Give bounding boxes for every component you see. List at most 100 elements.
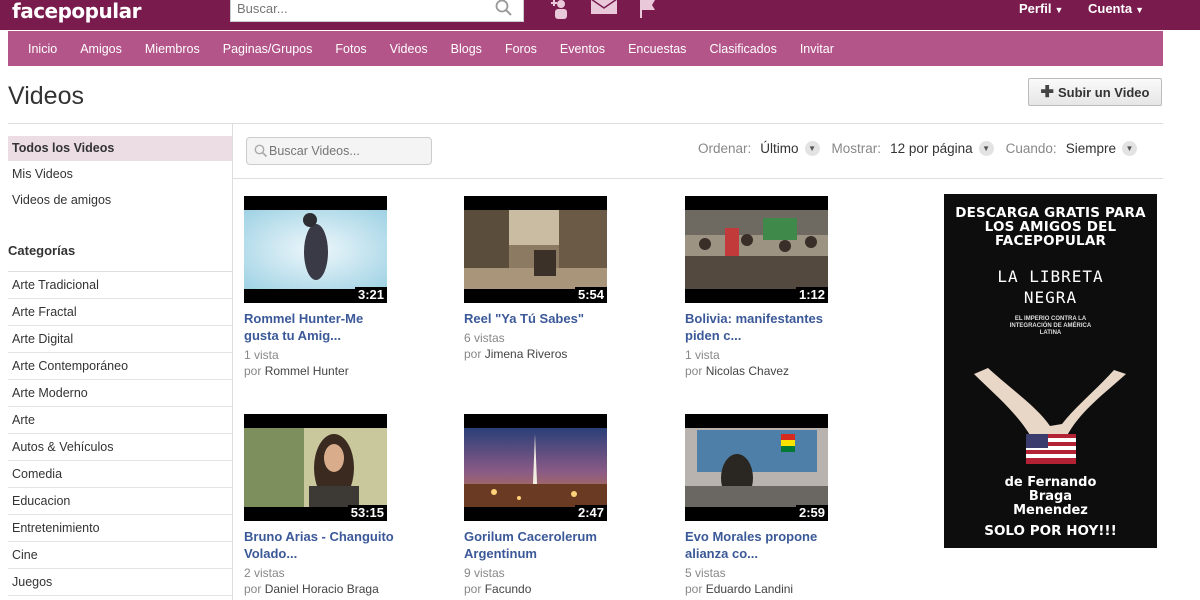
- profile-menu-label: Perfil: [1019, 1, 1052, 16]
- category-item[interactable]: Autos & Vehículos: [8, 434, 232, 461]
- video-search[interactable]: [246, 137, 432, 165]
- video-author[interactable]: Jimena Riveros: [485, 347, 568, 361]
- nav-item-inicio[interactable]: Inicio: [28, 42, 57, 56]
- video-author-line: por Jimena Riveros: [464, 346, 624, 363]
- video-card: 1:12 Bolivia: manifestantes piden c... 1…: [685, 196, 845, 380]
- video-thumbnail[interactable]: 1:12: [685, 196, 828, 303]
- video-card: 2:59 Evo Morales propone alianza co... 5…: [685, 414, 845, 598]
- nav-item-miembros[interactable]: Miembros: [145, 42, 200, 56]
- nav-item-invitar[interactable]: Invitar: [800, 42, 834, 56]
- video-author[interactable]: Nicolas Chavez: [706, 364, 789, 378]
- video-views: 6 vistas: [464, 331, 505, 345]
- category-item[interactable]: Arte: [8, 407, 232, 434]
- hands-illustration: [974, 368, 1126, 464]
- category-item[interactable]: Cine: [8, 542, 232, 569]
- nav-item-clasificados[interactable]: Clasificados: [709, 42, 776, 56]
- account-menu[interactable]: Cuenta ▼: [1088, 1, 1144, 16]
- ad-author: de Fernando Braga Menendez: [1004, 475, 1097, 518]
- category-item[interactable]: Entretenimiento: [8, 515, 232, 542]
- order-label: Ordenar:: [698, 141, 752, 156]
- video-title[interactable]: Bruno Arias - Changuito Volado...: [244, 528, 394, 562]
- main-nav: Inicio Amigos Miembros Paginas/Grupos Fo…: [8, 31, 1163, 66]
- category-item[interactable]: Arte Digital: [8, 326, 232, 353]
- video-author-line: por Daniel Horacio Braga: [244, 581, 404, 598]
- video-title[interactable]: Gorilum Cacerolerum Argentinum: [464, 528, 614, 562]
- header-divider: [8, 123, 1163, 124]
- nav-item-eventos[interactable]: Eventos: [560, 42, 605, 56]
- video-title[interactable]: Reel "Ya Tú Sabes": [464, 310, 614, 327]
- sidebar: Todos los Videos Mis Videos Videos de am…: [8, 136, 232, 596]
- video-duration: 2:47: [574, 505, 607, 521]
- when-select[interactable]: Siempre: [1066, 141, 1116, 156]
- chevron-down-icon: ▼: [1135, 5, 1144, 15]
- search-icon[interactable]: [495, 0, 513, 17]
- video-title[interactable]: Evo Morales propone alianza co...: [685, 528, 835, 562]
- ad-book-title: LA LIBRETA NEGRA: [997, 267, 1104, 307]
- sidebar-item-all-videos[interactable]: Todos los Videos: [8, 136, 232, 161]
- nav-item-foros[interactable]: Foros: [505, 42, 537, 56]
- global-search-input[interactable]: [231, 0, 481, 19]
- nav-item-amigos[interactable]: Amigos: [80, 42, 122, 56]
- nav-item-videos[interactable]: Videos: [390, 42, 428, 56]
- video-author-line: por Facundo: [464, 581, 624, 598]
- video-thumbnail[interactable]: 2:59: [685, 414, 828, 521]
- show-label: Mostrar:: [831, 141, 882, 156]
- mail-icon[interactable]: [591, 0, 617, 17]
- order-select[interactable]: Último: [760, 141, 798, 156]
- categories-heading: Categorías: [8, 242, 232, 272]
- upload-video-button[interactable]: ✚ Subir un Video: [1028, 78, 1162, 106]
- video-search-input[interactable]: [269, 141, 419, 161]
- sidebar-item-my-videos[interactable]: Mis Videos: [8, 161, 232, 187]
- upload-video-label: Subir un Video: [1057, 84, 1150, 100]
- filter-bar: Ordenar: Último ▼ Mostrar: 12 por página…: [698, 141, 1149, 156]
- site-logo[interactable]: facepopular: [12, 0, 141, 23]
- add-friend-icon[interactable]: [551, 0, 571, 19]
- video-author[interactable]: Eduardo Landini: [706, 582, 793, 596]
- video-thumbnail-image: [244, 428, 387, 507]
- video-author[interactable]: Daniel Horacio Braga: [265, 582, 379, 596]
- show-select[interactable]: 12 por página: [890, 141, 973, 156]
- flag-icon[interactable]: [638, 0, 658, 19]
- video-card: 2:47 Gorilum Cacerolerum Argentinum 9 vi…: [464, 414, 624, 598]
- video-author-line: por Nicolas Chavez: [685, 363, 845, 380]
- global-search[interactable]: [230, 0, 524, 22]
- ad-banner[interactable]: DESCARGA GRATIS PARA LOS AMIGOS DEL FACE…: [944, 194, 1157, 548]
- video-thumbnail[interactable]: 5:54: [464, 196, 607, 303]
- video-views: 5 vistas: [685, 566, 726, 580]
- chevron-down-icon[interactable]: ▼: [1121, 141, 1137, 156]
- category-item[interactable]: Educacion: [8, 488, 232, 515]
- by-label: por: [244, 364, 262, 378]
- video-card: 5:54 Reel "Ya Tú Sabes" 6 vistas por Jim…: [464, 196, 624, 363]
- video-title[interactable]: Bolivia: manifestantes piden c...: [685, 310, 835, 344]
- video-thumbnail[interactable]: 53:15: [244, 414, 387, 521]
- video-views: 1 vista: [685, 348, 720, 362]
- nav-item-fotos[interactable]: Fotos: [335, 42, 366, 56]
- by-label: por: [464, 582, 482, 596]
- chevron-down-icon[interactable]: ▼: [978, 141, 994, 156]
- video-thumbnail[interactable]: 3:21: [244, 196, 387, 303]
- chevron-down-icon[interactable]: ▼: [804, 141, 820, 156]
- nav-item-blogs[interactable]: Blogs: [451, 42, 482, 56]
- video-author[interactable]: Rommel Hunter: [265, 364, 349, 378]
- video-author[interactable]: Facundo: [485, 582, 532, 596]
- category-item[interactable]: Arte Contemporáneo: [8, 353, 232, 380]
- category-item[interactable]: Comedia: [8, 461, 232, 488]
- sidebar-item-friends-videos[interactable]: Videos de amigos: [8, 187, 232, 213]
- video-duration: 5:54: [574, 287, 607, 303]
- category-item[interactable]: Arte Moderno: [8, 380, 232, 407]
- profile-menu[interactable]: Perfil ▼: [1019, 1, 1063, 16]
- category-item[interactable]: Arte Tradicional: [8, 272, 232, 299]
- video-thumbnail[interactable]: 2:47: [464, 414, 607, 521]
- video-duration: 53:15: [347, 505, 387, 521]
- video-views: 1 vista: [244, 348, 279, 362]
- sidebar-divider: [232, 124, 233, 600]
- category-item[interactable]: Arte Fractal: [8, 299, 232, 326]
- video-title[interactable]: Rommel Hunter-Me gusta tu Amig...: [244, 310, 394, 344]
- video-thumbnail-image: [685, 428, 828, 507]
- category-item[interactable]: Juegos: [8, 569, 232, 596]
- video-author-line: por Eduardo Landini: [685, 581, 845, 598]
- when-label: Cuando:: [1005, 141, 1057, 156]
- nav-item-paginas-grupos[interactable]: Paginas/Grupos: [223, 42, 313, 56]
- plus-icon: ✚: [1040, 84, 1054, 101]
- nav-item-encuestas[interactable]: Encuestas: [628, 42, 686, 56]
